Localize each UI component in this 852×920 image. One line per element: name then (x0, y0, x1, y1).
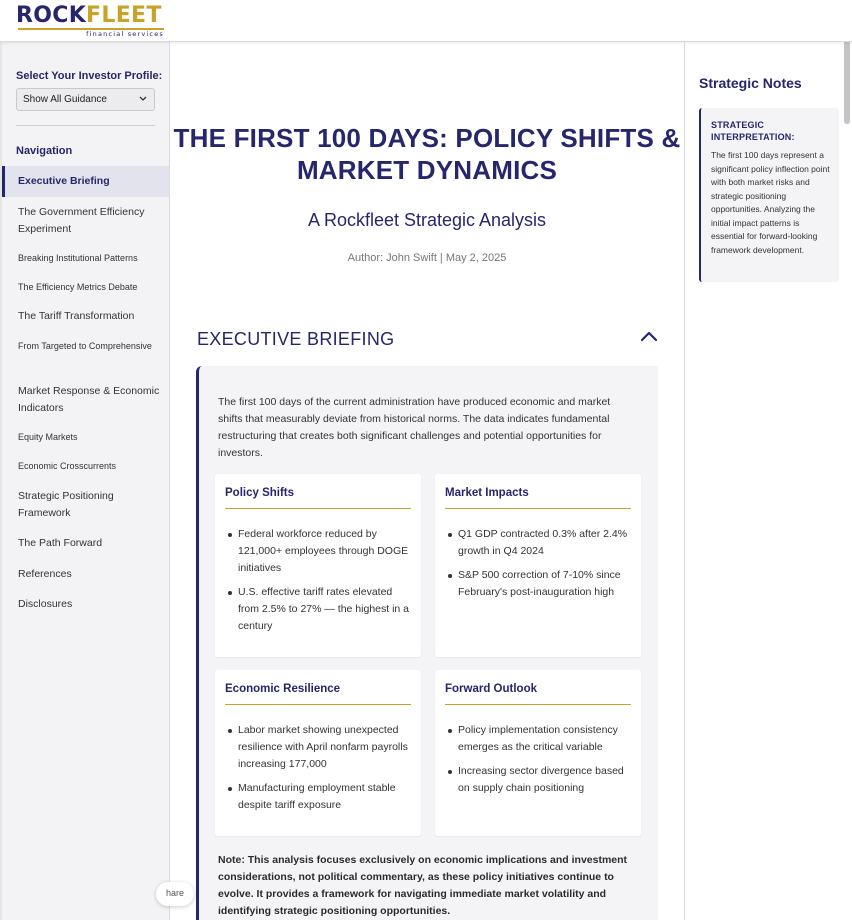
list-item: Policy implementation consistency emerge… (445, 722, 635, 756)
list-item: Q1 GDP contracted 0.3% after 2.4% growth… (445, 526, 635, 560)
card-bullet-list: Policy implementation consistency emerge… (445, 722, 635, 804)
investor-profile-value: Show All Guidance (23, 94, 107, 105)
logo-wordmark: ROCKFLEET (16, 3, 162, 29)
nav-item-economic-crosscurrents[interactable]: Economic Crosscurrents (2, 458, 169, 475)
card-bullet-list: Federal workforce reduced by 121,000+ em… (225, 526, 415, 642)
nav-item-breaking-institutional-patterns[interactable]: Breaking Institutional Patterns (2, 250, 169, 267)
list-item: Increasing sector divergence based on su… (445, 763, 635, 797)
card-title: Forward Outlook (445, 683, 537, 695)
logo-tagline: financial services (86, 30, 164, 38)
card-divider (225, 508, 411, 509)
note-card-body: The first 100 days represent a significa… (711, 150, 830, 255)
nav-item-disclosures[interactable]: Disclosures (2, 596, 169, 613)
nav-item-executive-briefing[interactable]: Executive Briefing (2, 166, 169, 197)
card-economic-resilience: Economic Resilience Labor market showing… (215, 670, 421, 836)
card-divider (445, 508, 631, 509)
nav-item-efficiency-metrics-debate[interactable]: The Efficiency Metrics Debate (2, 279, 169, 296)
page-subtitle: A Rockfleet Strategic Analysis (307, 210, 547, 230)
card-bullet-list: Labor market showing unexpected resilien… (225, 722, 415, 821)
list-item: Labor market showing unexpected resilien… (225, 722, 415, 773)
investor-profile-label: Select Your Investor Profile: (16, 70, 163, 82)
section-heading-executive-briefing[interactable]: EXECUTIVE BRIEFING (197, 329, 394, 350)
nav-item-tariff-transformation[interactable]: The Tariff Transformation (2, 308, 169, 325)
card-title: Economic Resilience (225, 683, 341, 695)
author-byline: Author: John Swift | May 2, 2025 (347, 252, 507, 264)
nav-item-targeted-to-comprehensive[interactable]: From Targeted to Comprehensive (2, 338, 169, 355)
analysis-note: Note: This analysis focuses exclusively … (218, 854, 628, 917)
list-item: Federal workforce reduced by 121,000+ em… (225, 526, 415, 577)
chevron-down-icon (139, 96, 147, 101)
logo-word-rock: ROCK (16, 3, 87, 28)
nav-item-strategic-positioning-framework[interactable]: Strategic Positioning Framework (2, 488, 169, 522)
nav-item-references[interactable]: References (2, 566, 169, 583)
card-bullet-list: Q1 GDP contracted 0.3% after 2.4% growth… (445, 526, 635, 608)
card-divider (225, 704, 411, 705)
card-divider (445, 704, 631, 705)
nav-item-equity-markets[interactable]: Equity Markets (2, 429, 169, 446)
chevron-up-icon[interactable] (638, 327, 660, 345)
left-sidebar: Select Your Investor Profile: Show All G… (2, 42, 170, 920)
investor-profile-select[interactable]: Show All Guidance (16, 88, 155, 111)
executive-briefing-panel: The first 100 days of the current admini… (196, 366, 658, 920)
intro-paragraph: The first 100 days of the current admini… (218, 396, 611, 459)
right-sidebar: Strategic Notes STRATEGIC INTERPRETATION… (684, 42, 852, 920)
navigation-heading: Navigation (16, 145, 73, 157)
nav-item-path-forward[interactable]: The Path Forward (2, 535, 169, 552)
nav-item-government-efficiency-experiment[interactable]: The Government Efficiency Experiment (2, 204, 169, 238)
strategic-note-card: STRATEGIC INTERPRETATION: The first 100 … (699, 108, 839, 282)
rockfleet-logo[interactable]: ROCKFLEET financial services (16, 3, 166, 38)
sidebar-divider (16, 125, 155, 126)
note-card-title: STRATEGIC INTERPRETATION: (711, 120, 795, 142)
card-forward-outlook: Forward Outlook Policy implementation co… (435, 670, 641, 836)
logo-word-fleet: FLEET (86, 3, 162, 28)
share-button[interactable]: hare (156, 882, 194, 906)
list-item: U.S. effective tariff rates elevated fro… (225, 584, 415, 635)
nav-item-market-response[interactable]: Market Response & Economic Indicators (2, 383, 169, 417)
site-header: ROCKFLEET financial services (0, 0, 852, 42)
page-title: THE FIRST 100 DAYS: POLICY SHIFTS & MARK… (173, 123, 681, 185)
card-title: Market Impacts (445, 487, 529, 499)
card-title: Policy Shifts (225, 487, 295, 499)
card-policy-shifts: Policy Shifts Federal workforce reduced … (215, 474, 421, 657)
card-market-impacts: Market Impacts Q1 GDP contracted 0.3% af… (435, 474, 641, 657)
main-content: THE FIRST 100 DAYS: POLICY SHIFTS & MARK… (170, 42, 684, 920)
list-item: S&P 500 correction of 7-10% since Februa… (445, 567, 635, 601)
list-item: Manufacturing employment stable despite … (225, 780, 415, 814)
strategic-notes-heading: Strategic Notes (699, 75, 802, 91)
